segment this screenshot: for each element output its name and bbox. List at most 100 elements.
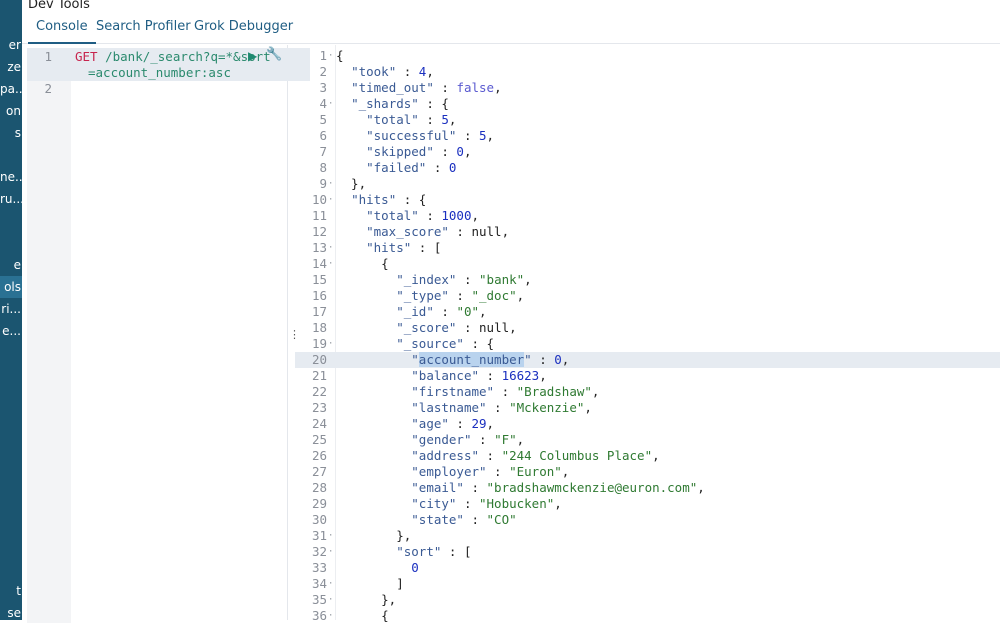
line-number: 19 [311, 336, 327, 351]
line-number: 15 [311, 272, 327, 287]
line-number: 24 [311, 416, 327, 431]
sidebar-item[interactable]: e... [0, 320, 22, 342]
response-line: "city" : "Hobucken", [411, 496, 562, 511]
line-number: 26 [311, 448, 327, 463]
response-line: { [336, 48, 344, 63]
response-line: "total" : 1000, [366, 208, 480, 223]
fold-toggle-icon[interactable]: · [328, 192, 333, 208]
line-number: 9 [319, 176, 327, 191]
response-line: "_source" : { [396, 336, 495, 351]
play-icon[interactable]: ▶ [248, 49, 257, 63]
line-number: 18 [311, 320, 327, 335]
response-line: "state" : "CO" [411, 512, 517, 527]
response-line: { [336, 256, 389, 271]
sidebar-item[interactable]: ru... [0, 188, 22, 210]
fold-toggle-icon[interactable]: · [328, 608, 333, 624]
fold-toggle-icon[interactable]: · [328, 336, 333, 352]
line-number: 28 [311, 480, 327, 495]
sidebar-item[interactable]: ri... [0, 298, 22, 320]
response-line: { [336, 608, 389, 623]
fold-toggle-icon[interactable]: · [328, 176, 333, 192]
page-title: Dev Tools [28, 0, 90, 12]
response-line: "_type" : "_doc", [396, 288, 525, 303]
line-number: 1 [319, 48, 327, 63]
line-number: 30 [311, 512, 327, 527]
response-line: "gender" : "F", [411, 432, 525, 447]
sidebar-item[interactable] [0, 210, 22, 232]
fold-toggle-icon[interactable]: · [328, 240, 333, 256]
line-number: 27 [311, 464, 327, 479]
response-line: "failed" : 0 [366, 160, 457, 175]
line-number: 6 [319, 128, 327, 143]
response-line: "sort" : [ [396, 544, 472, 559]
request-path: /bank/_search?q=*&sort [97, 49, 271, 64]
response-line: }, [336, 176, 367, 191]
response-line: "firstname" : "Bradshaw", [411, 384, 600, 399]
response-line: "_shards" : { [351, 96, 449, 111]
response-line: "timed_out" : false, [351, 80, 502, 95]
sidebar-item[interactable]: t [0, 580, 22, 602]
line-number: 25 [311, 432, 327, 447]
line-number: 32 [311, 544, 327, 559]
line-number: 3 [319, 80, 327, 95]
line-number: 8 [319, 160, 327, 175]
line-number: 36 [311, 608, 327, 623]
response-line: "account_number" : 0, [411, 352, 570, 367]
line-number: 23 [311, 400, 327, 415]
request-path-continued: =account_number:asc [88, 65, 231, 80]
fold-toggle-icon[interactable]: · [328, 544, 333, 560]
fold-toggle-icon[interactable]: · [328, 576, 333, 592]
response-line: "_id" : "0", [396, 304, 487, 319]
response-line: "total" : 5, [366, 112, 457, 127]
response-line: "email" : "bradshawmckenzie@euron.com", [411, 480, 705, 495]
response-line: }, [336, 528, 412, 543]
line-number: 22 [311, 384, 327, 399]
fold-toggle-icon[interactable]: · [328, 528, 333, 544]
response-line: 0 [411, 560, 419, 575]
tab-console[interactable]: Console [28, 19, 96, 44]
line-number: 20 [311, 352, 327, 367]
line-number: 2 [44, 81, 52, 96]
sidebar-item[interactable]: ze [0, 56, 22, 78]
line-number: 5 [319, 112, 327, 127]
sidebar-item[interactable]: ne... [0, 166, 22, 188]
line-number: 13 [311, 240, 327, 255]
response-line: "employer" : "Euron", [411, 464, 570, 479]
fold-toggle-icon[interactable]: · [328, 592, 333, 608]
tab-search-profiler[interactable]: Search Profiler [96, 19, 191, 44]
fold-toggle-icon[interactable]: · [328, 96, 333, 112]
wrench-icon[interactable]: 🔧 [266, 47, 282, 62]
fold-toggle-icon[interactable]: · [328, 48, 333, 64]
line-number: 17 [311, 304, 327, 319]
line-number: 16 [311, 288, 327, 303]
line-number: 7 [319, 144, 327, 159]
sidebar-item[interactable]: se [0, 602, 22, 620]
tab-grok-debugger[interactable]: Grok Debugger [194, 19, 293, 44]
line-number: 10 [311, 192, 327, 207]
line-number: 14 [311, 256, 327, 271]
sidebar-item[interactable]: s [0, 122, 22, 144]
response-line: "balance" : 16623, [411, 368, 547, 383]
sidebar-item[interactable]: er [0, 34, 22, 56]
line-number: 31 [311, 528, 327, 543]
response-line: "hits" : { [351, 192, 427, 207]
fold-toggle-icon[interactable]: · [328, 256, 333, 272]
response-line: "_score" : null, [396, 320, 517, 335]
response-viewer[interactable]: 1 ·{2 "took" : 4, 3 "timed_out" : false, 4 ·… [295, 45, 1000, 623]
line-number: 1 [44, 49, 52, 64]
response-line: "took" : 4, [351, 64, 434, 79]
line-number: 4 [319, 96, 327, 111]
sidebar-item[interactable]: pa... [0, 78, 22, 100]
sidebar-item[interactable] [0, 144, 22, 166]
request-editor[interactable]: 1 2 GET /bank/_search?q=*&sort =account_… [22, 45, 310, 623]
line-number: 35 [311, 592, 327, 607]
response-line: "age" : 29, [411, 416, 495, 431]
sidebar-item[interactable]: e [0, 254, 22, 276]
line-number: 2 [319, 64, 327, 79]
sidebar-item[interactable]: on [0, 100, 22, 122]
line-number: 29 [311, 496, 327, 511]
text-selection: account_number [418, 352, 525, 367]
response-line: "lastname" : "Mckenzie", [411, 400, 592, 415]
sidebar-item[interactable]: ols [0, 276, 22, 298]
line-number: 11 [311, 208, 327, 223]
